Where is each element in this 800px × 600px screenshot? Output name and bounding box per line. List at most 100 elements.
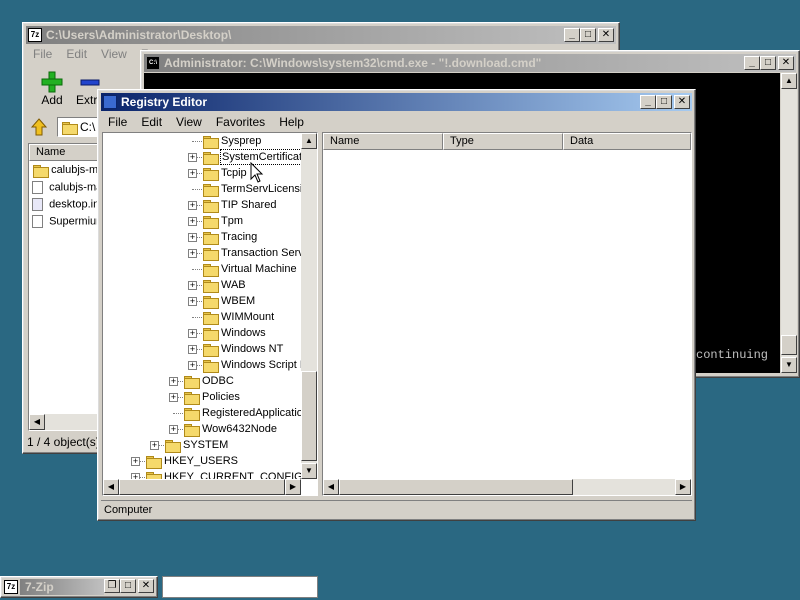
expand-toggle[interactable]: + — [188, 249, 197, 258]
menu-help[interactable]: Help — [272, 113, 311, 131]
tree-node[interactable]: TermServLicensi — [103, 181, 301, 197]
taskbar-button-7zip[interactable]: 7z 7-Zip ❐ □ ✕ — [0, 576, 158, 598]
menu-view[interactable]: View — [169, 113, 209, 131]
menu-file[interactable]: File — [101, 113, 134, 131]
list-item[interactable]: calubjs-ma — [32, 181, 99, 197]
console-scrollbar[interactable]: ▲ ▼ — [781, 73, 797, 373]
file-list: Name calubjs-ma calubjs-ma desktop.in Su… — [28, 143, 100, 431]
expand-toggle[interactable]: + — [188, 233, 197, 242]
column-type[interactable]: Type — [443, 133, 563, 150]
folder-icon — [202, 343, 219, 357]
column-name[interactable]: Name — [323, 133, 443, 150]
expand-toggle[interactable]: + — [188, 361, 197, 370]
tree-node[interactable]: Sysprep — [103, 133, 301, 149]
tree-node[interactable]: + Tcpip — [103, 165, 301, 181]
expand-toggle[interactable]: + — [188, 329, 197, 338]
scroll-right-button[interactable]: ▶ — [675, 479, 691, 495]
tree-node[interactable]: + ODBC — [103, 373, 301, 389]
folder-icon — [202, 295, 219, 309]
minimize-button[interactable]: _ — [564, 28, 580, 42]
close-button[interactable]: ✕ — [778, 56, 794, 70]
tree-node[interactable]: + Wow6432Node — [103, 421, 301, 437]
restore-button[interactable]: ❐ — [104, 579, 120, 593]
regedit-titlebar[interactable]: Registry Editor _ □ ✕ — [101, 93, 692, 111]
tree-node[interactable]: + Tracing — [103, 229, 301, 245]
expand-toggle[interactable]: + — [188, 153, 197, 162]
tree-node-label: Tracing — [221, 231, 258, 243]
scroll-right-button[interactable]: ▶ — [285, 479, 301, 495]
tree-node[interactable]: + SYSTEM — [103, 437, 301, 453]
menu-file[interactable]: File — [26, 45, 59, 63]
maximize-button[interactable]: □ — [760, 56, 776, 70]
menu-view[interactable]: View — [94, 45, 134, 63]
close-button[interactable]: ✕ — [598, 28, 614, 42]
scroll-down-button[interactable]: ▼ — [781, 357, 797, 373]
status-text: 1 / 4 object(s) — [27, 435, 100, 449]
column-data[interactable]: Data — [563, 133, 691, 150]
list-item[interactable]: desktop.in — [32, 198, 99, 214]
taskbar-input[interactable] — [162, 576, 318, 598]
tree-vertical-scrollbar[interactable]: ▲ ▼ — [301, 133, 317, 479]
tree-node[interactable]: + Windows — [103, 325, 301, 341]
scroll-left-button[interactable]: ◀ — [323, 479, 339, 495]
regedit-app-icon — [103, 95, 117, 109]
column-name[interactable]: Name — [29, 144, 99, 161]
scroll-up-button[interactable]: ▲ — [781, 73, 797, 89]
expand-toggle[interactable]: + — [169, 425, 178, 434]
expand-toggle[interactable]: + — [188, 345, 197, 354]
list-item[interactable]: Supermium — [32, 215, 99, 231]
scroll-thumb[interactable] — [781, 335, 797, 355]
expand-toggle[interactable]: + — [150, 441, 159, 450]
scroll-thumb[interactable] — [339, 479, 573, 495]
tree-node[interactable]: +SystemCertificates — [103, 149, 301, 165]
values-horizontal-scrollbar[interactable]: ◀ ▶ — [323, 479, 691, 495]
tree-node[interactable]: Virtual Machine — [103, 261, 301, 277]
expand-toggle[interactable]: + — [188, 169, 197, 178]
scroll-thumb[interactable] — [119, 479, 285, 495]
tree-node[interactable]: WIMMount — [103, 309, 301, 325]
menu-favorites[interactable]: Favorites — [209, 113, 272, 131]
tree-node[interactable]: + HKEY_CURRENT_CONFIG — [103, 469, 301, 479]
folder-icon — [202, 231, 219, 245]
expand-toggle[interactable]: + — [188, 217, 197, 226]
menu-edit[interactable]: Edit — [134, 113, 169, 131]
menu-edit[interactable]: Edit — [59, 45, 94, 63]
tree-node[interactable]: + Windows Script H — [103, 357, 301, 373]
close-button[interactable]: ✕ — [138, 579, 154, 593]
7zip-titlebar[interactable]: 7z C:\Users\Administrator\Desktop\ _ □ ✕ — [26, 26, 616, 44]
maximize-button[interactable]: □ — [656, 95, 672, 109]
tree-node[interactable]: + Windows NT — [103, 341, 301, 357]
tree-node[interactable]: RegisteredApplicatio — [103, 405, 301, 421]
tree-node[interactable]: + WBEM — [103, 293, 301, 309]
minimize-button[interactable]: _ — [744, 56, 760, 70]
tree-node[interactable]: + Tpm — [103, 213, 301, 229]
expand-toggle[interactable]: + — [131, 457, 140, 466]
7zip-app-icon: 7z — [28, 28, 42, 42]
scroll-down-button[interactable]: ▼ — [301, 463, 317, 479]
scroll-thumb[interactable] — [301, 371, 317, 461]
tree-node[interactable]: + WAB — [103, 277, 301, 293]
expand-toggle[interactable]: + — [188, 281, 197, 290]
expand-toggle[interactable]: + — [169, 393, 178, 402]
cmd-titlebar[interactable]: C:\ Administrator: C:\Windows\system32\c… — [144, 54, 796, 72]
regedit-menubar: File Edit View Favorites Help — [101, 113, 692, 131]
expand-toggle[interactable]: + — [169, 377, 178, 386]
tree-node[interactable]: + TIP Shared — [103, 197, 301, 213]
maximize-button[interactable]: □ — [120, 579, 136, 593]
minimize-button[interactable]: _ — [640, 95, 656, 109]
tree-node[interactable]: + Transaction Serv — [103, 245, 301, 261]
up-folder-button[interactable] — [29, 117, 51, 137]
horizontal-scrollbar[interactable]: ◀ — [29, 414, 99, 430]
tree-node[interactable]: + HKEY_USERS — [103, 453, 301, 469]
scroll-up-button[interactable]: ▲ — [301, 133, 317, 149]
add-button[interactable]: Add — [31, 71, 73, 111]
close-button[interactable]: ✕ — [674, 95, 690, 109]
maximize-button[interactable]: □ — [580, 28, 596, 42]
scroll-left-button[interactable]: ◀ — [29, 414, 45, 430]
tree-node[interactable]: + Policies — [103, 389, 301, 405]
expand-toggle[interactable]: + — [188, 297, 197, 306]
tree-horizontal-scrollbar[interactable]: ◀ ▶ — [103, 479, 301, 495]
expand-toggle[interactable]: + — [188, 201, 197, 210]
scroll-left-button[interactable]: ◀ — [103, 479, 119, 495]
list-item[interactable]: calubjs-ma — [32, 164, 99, 180]
